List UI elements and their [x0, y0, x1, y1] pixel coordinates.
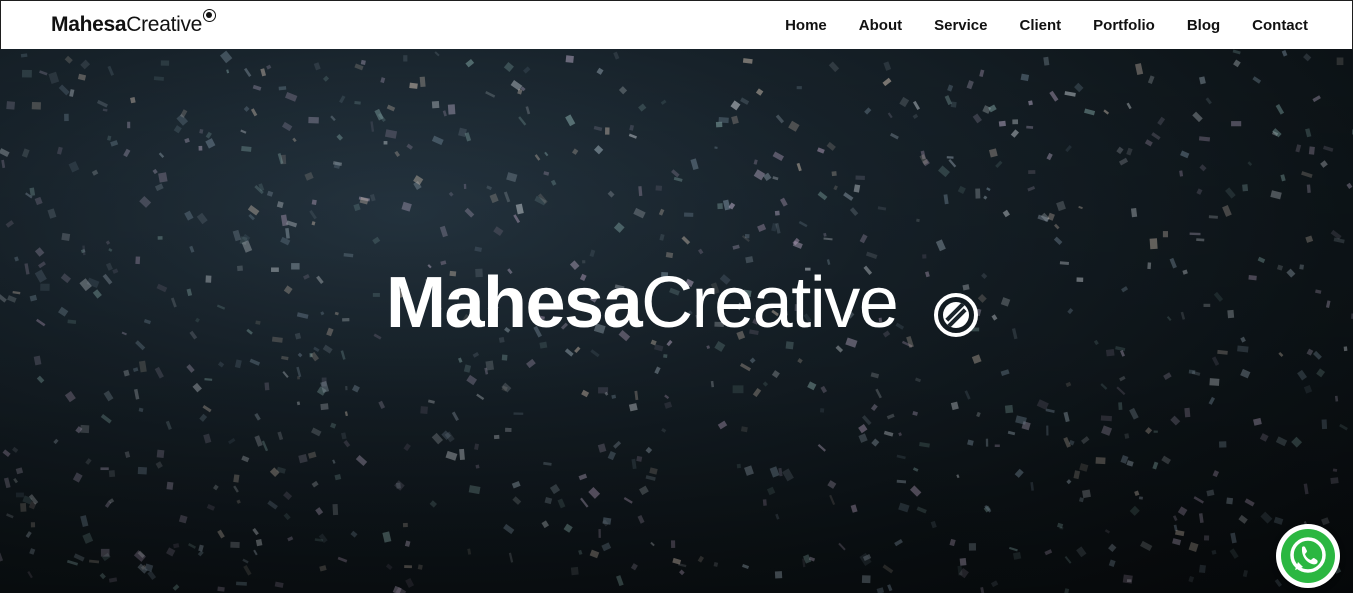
- main-nav: Home About Service Client Portfolio Blog…: [785, 1, 1308, 49]
- nav-client[interactable]: Client: [1020, 17, 1062, 34]
- hero-logo-text-bold: Mahesa: [386, 263, 643, 343]
- nav-contact[interactable]: Contact: [1252, 17, 1308, 34]
- hero-logo-text-light: Creative: [641, 263, 899, 343]
- nav-portfolio[interactable]: Portfolio: [1093, 17, 1155, 34]
- hero-logo-mark-icon: [934, 293, 978, 337]
- nav-service[interactable]: Service: [934, 17, 987, 34]
- whatsapp-icon: [1281, 529, 1335, 583]
- site-logo[interactable]: MahesaCreative: [51, 9, 216, 43]
- whatsapp-button[interactable]: [1276, 524, 1340, 588]
- navbar: MahesaCreative Home About Service Client…: [0, 0, 1353, 49]
- nav-home[interactable]: Home: [785, 17, 827, 34]
- hero-logo: MahesaCreative: [386, 262, 899, 343]
- logo-mark-icon: [203, 9, 216, 22]
- nav-blog[interactable]: Blog: [1187, 17, 1220, 34]
- logo-text-bold: Mahesa: [51, 13, 127, 36]
- nav-about[interactable]: About: [859, 17, 902, 34]
- logo-text-light: Creative: [126, 13, 203, 36]
